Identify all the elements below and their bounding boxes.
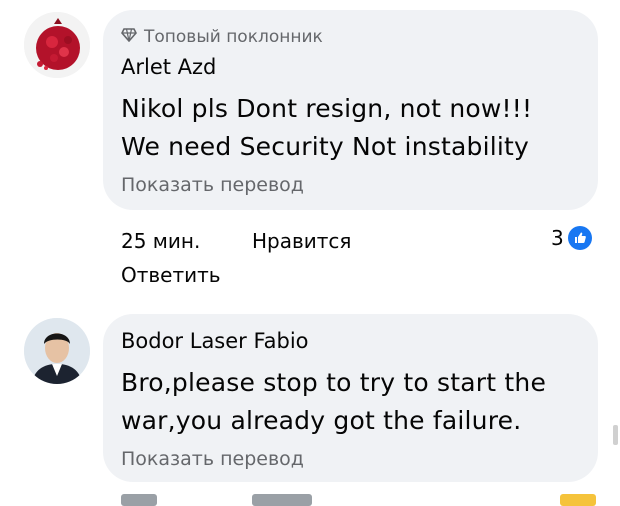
cut-off-like-button [252,494,312,506]
scrollbar-thumb[interactable] [613,425,618,445]
comment-text-line: Bro,please stop to try to start the [121,368,547,397]
thumbs-up-icon [567,226,592,250]
comment-text-line: We need Security Not instability [121,132,529,161]
cut-off-reaction-icon [560,494,596,506]
reaction-count-value: 3 [551,226,564,250]
diamond-icon [121,27,137,47]
cut-off-timestamp [121,494,157,506]
avatar[interactable] [24,318,90,384]
comment-author[interactable]: Bodor Laser Fabio [121,329,309,353]
pomegranate-avatar-image [24,12,90,78]
show-translation-link[interactable]: Показать перевод [121,174,304,196]
show-translation-link[interactable]: Показать перевод [121,448,304,470]
top-fan-badge: Топовый поклонник [121,27,323,47]
badge-label: Топовый поклонник [144,27,323,47]
comment-text: Nikol pls Dont resign, not now!!! We nee… [121,90,532,166]
comment-author[interactable]: Arlet Azd [121,55,216,79]
reply-button[interactable]: Ответить [121,263,221,287]
avatar[interactable] [24,12,90,78]
comment-timestamp[interactable]: 25 мин. [121,229,200,253]
like-button[interactable]: Нравится [252,229,351,253]
comment-text-line: war,you already got the failure. [121,406,522,435]
profile-photo-image [24,318,90,384]
reaction-count[interactable]: 3 [551,226,592,250]
comment-text-line: Nikol pls Dont resign, not now!!! [121,94,533,123]
comment-text: Bro,please stop to try to start the war,… [121,364,546,440]
